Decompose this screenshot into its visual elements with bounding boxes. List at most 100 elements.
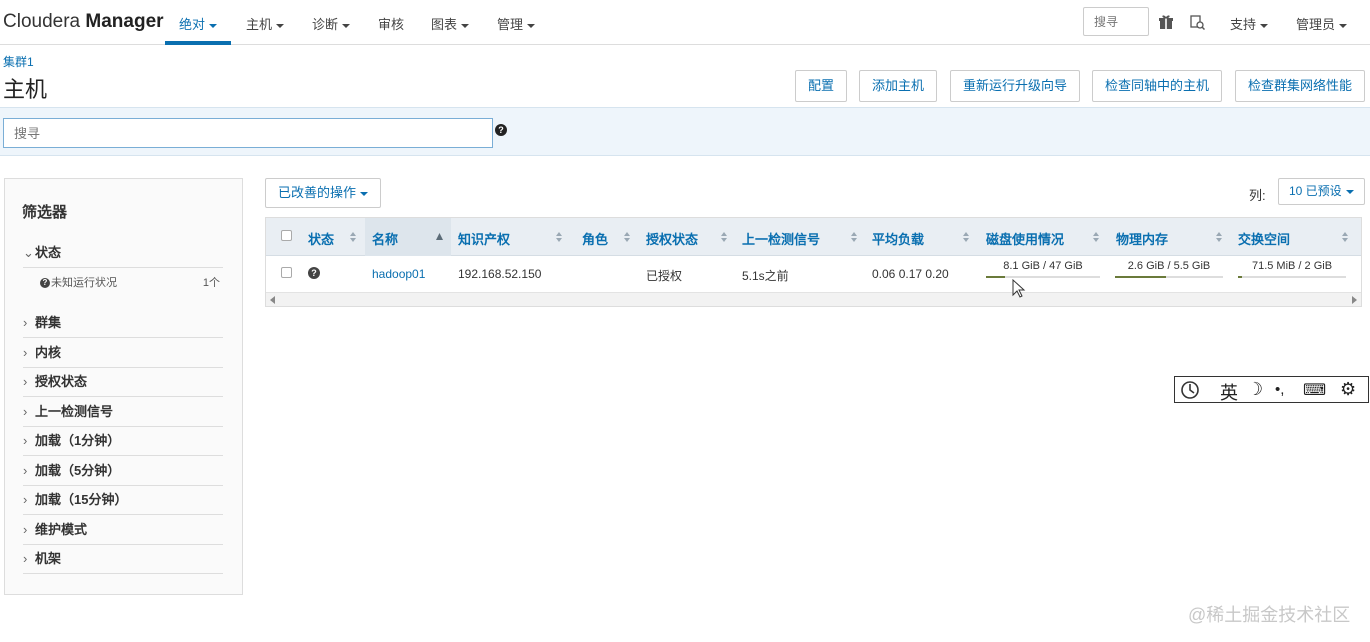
search-band: ? bbox=[0, 107, 1370, 156]
sort-icon[interactable] bbox=[1342, 232, 1348, 242]
sort-icon[interactable] bbox=[350, 232, 356, 242]
host-search-input[interactable] bbox=[3, 118, 493, 148]
col-roles[interactable]: 角色 bbox=[582, 229, 608, 248]
brand-logo[interactable]: Cloudera Manager bbox=[3, 11, 164, 33]
gift-icon[interactable] bbox=[1158, 14, 1174, 30]
filter-group-maintenance[interactable]: › 维护模式 bbox=[23, 519, 223, 545]
ime-mode-label[interactable]: 英 bbox=[1220, 379, 1238, 405]
filter-group-heartbeat[interactable]: › 上一检测信号 bbox=[23, 401, 223, 427]
chevron-down-icon bbox=[461, 23, 470, 28]
filter-option-unknown-health[interactable]: ? 未知运行状况 1个 bbox=[40, 274, 220, 290]
filter-group-cluster[interactable]: › 群集 bbox=[23, 312, 223, 338]
nav-support[interactable]: 支持 bbox=[1230, 14, 1269, 33]
filter-group-kernel[interactable]: › 内核 bbox=[23, 342, 223, 368]
hosts-table: 状态 名称 知识产权 角色 授权状态 上一检测信号 平均负载 磁盘使用情况 物理… bbox=[265, 217, 1362, 307]
unknown-health-icon: ? bbox=[308, 267, 320, 279]
breadcrumb[interactable]: 集群1 bbox=[3, 53, 34, 70]
nav-item-hosts[interactable]: 主机 bbox=[246, 14, 285, 33]
sort-asc-icon[interactable] bbox=[436, 232, 443, 240]
chevron-right-icon: › bbox=[23, 551, 28, 566]
inspect-hosts-button[interactable]: 检查同轴中的主机 bbox=[1092, 70, 1223, 102]
filter-group-rack[interactable]: › 机架 bbox=[23, 548, 223, 574]
rerun-upgrade-wizard-button[interactable]: 重新运行升级向导 bbox=[950, 70, 1081, 102]
columns-dropdown[interactable]: 10 已预设 bbox=[1278, 178, 1365, 205]
col-ip[interactable]: 知识产权 bbox=[458, 229, 510, 248]
chevron-right-icon: › bbox=[23, 374, 28, 389]
top-navbar: Cloudera Manager 绝对 主机 诊断 审核 图表 管理 支持 管理… bbox=[0, 0, 1370, 45]
improved-actions-dropdown[interactable]: 已改善的操作 bbox=[265, 178, 382, 208]
inspect-network-button[interactable]: 检查群集网络性能 bbox=[1235, 70, 1366, 102]
chevron-right-icon: › bbox=[23, 315, 28, 330]
page-title: 主机 bbox=[3, 77, 48, 102]
nav-item-diagnostics[interactable]: 诊断 bbox=[312, 14, 351, 33]
filter-group-load-1min[interactable]: › 加载（1分钟） bbox=[23, 430, 223, 456]
col-memory[interactable]: 物理内存 bbox=[1116, 229, 1168, 248]
chevron-down-icon bbox=[1260, 23, 1269, 28]
scroll-right-icon[interactable] bbox=[1352, 296, 1357, 304]
filter-group-status[interactable]: ⌄状态 bbox=[23, 242, 223, 268]
filter-group-load-15min[interactable]: › 加载（15分钟） bbox=[23, 489, 223, 515]
punctuation-icon[interactable]: •, bbox=[1275, 381, 1284, 398]
nav-item-charts[interactable]: 图表 bbox=[431, 14, 470, 33]
col-status[interactable]: 状态 bbox=[308, 229, 334, 248]
disk-usage-bar: 8.1 GiB / 47 GiB bbox=[986, 260, 1100, 278]
col-auth-status[interactable]: 授权状态 bbox=[646, 229, 698, 248]
filter-group-auth-status[interactable]: › 授权状态 bbox=[23, 371, 223, 397]
select-all-checkbox[interactable] bbox=[281, 230, 292, 241]
chevron-right-icon: › bbox=[23, 522, 28, 537]
help-icon[interactable]: ? bbox=[495, 124, 507, 136]
chevron-down-icon bbox=[360, 191, 369, 196]
chevron-down-icon bbox=[527, 23, 536, 28]
host-name-link[interactable]: hadoop01 bbox=[372, 267, 425, 281]
memory-fill bbox=[1115, 276, 1166, 278]
chevron-down-icon bbox=[276, 23, 285, 28]
columns-label: 列: bbox=[1249, 188, 1266, 203]
nav-item-audits[interactable]: 审核 bbox=[378, 14, 404, 33]
nav-item-admin[interactable]: 管理 bbox=[497, 14, 536, 33]
sort-icon[interactable] bbox=[963, 232, 969, 242]
filter-count: 1个 bbox=[202, 277, 220, 289]
col-swap[interactable]: 交换空间 bbox=[1238, 229, 1290, 248]
table-header: 状态 名称 知识产权 角色 授权状态 上一检测信号 平均负载 磁盘使用情况 物理… bbox=[266, 218, 1361, 256]
tasks-search-icon[interactable] bbox=[1189, 14, 1205, 30]
active-tab-indicator bbox=[165, 41, 231, 45]
scroll-left-icon[interactable] bbox=[270, 296, 275, 304]
sort-icon[interactable] bbox=[556, 232, 562, 242]
ime-toolbar: 英 ☽ •, ⌨ ⚙ bbox=[1174, 376, 1369, 403]
col-name[interactable]: 名称 bbox=[372, 229, 398, 248]
host-auth-status: 已授权 bbox=[646, 269, 683, 283]
sort-icon[interactable] bbox=[624, 232, 630, 242]
host-heartbeat: 5.1s之前 bbox=[742, 269, 789, 283]
ime-logo-icon[interactable] bbox=[1180, 380, 1202, 400]
nav-item-status[interactable]: 绝对 bbox=[179, 14, 218, 33]
swap-fill bbox=[1238, 276, 1243, 278]
chevron-right-icon: › bbox=[23, 433, 28, 448]
half-width-moon-icon[interactable]: ☽ bbox=[1247, 379, 1263, 400]
col-load[interactable]: 平均负载 bbox=[872, 229, 924, 248]
table-row[interactable]: ? hadoop01 192.168.52.150 已授权 5.1s之前 0.0… bbox=[266, 256, 1361, 291]
chevron-down-icon bbox=[1339, 23, 1348, 28]
gear-icon[interactable]: ⚙ bbox=[1340, 379, 1356, 400]
filter-group-load-5min[interactable]: › 加载（5分钟） bbox=[23, 460, 223, 486]
swap-usage-bar: 71.5 MiB / 2 GiB bbox=[1238, 260, 1346, 278]
swap-usage-text: 71.5 MiB / 2 GiB bbox=[1251, 260, 1333, 272]
add-host-button[interactable]: 添加主机 bbox=[859, 70, 938, 102]
keyboard-icon[interactable]: ⌨ bbox=[1303, 380, 1326, 400]
col-disk[interactable]: 磁盘使用情况 bbox=[986, 229, 1064, 248]
sort-icon[interactable] bbox=[851, 232, 857, 242]
configure-button[interactable]: 配置 bbox=[795, 70, 848, 102]
chevron-down-icon bbox=[209, 23, 218, 28]
col-heartbeat[interactable]: 上一检测信号 bbox=[742, 229, 820, 248]
sort-icon[interactable] bbox=[1216, 232, 1222, 242]
chevron-right-icon: › bbox=[23, 345, 28, 360]
row-checkbox[interactable] bbox=[281, 267, 292, 278]
top-search-input[interactable] bbox=[1083, 7, 1149, 36]
watermark: @稀土掘金技术社区 bbox=[1188, 605, 1351, 625]
horizontal-scrollbar[interactable] bbox=[266, 292, 1361, 306]
nav-user-admin[interactable]: 管理员 bbox=[1296, 14, 1348, 33]
chevron-down-icon bbox=[1345, 189, 1354, 194]
sort-icon[interactable] bbox=[1093, 232, 1099, 242]
sort-icon[interactable] bbox=[721, 232, 727, 242]
disk-usage-text: 8.1 GiB / 47 GiB bbox=[1003, 260, 1083, 272]
host-load: 0.06 0.17 0.20 bbox=[872, 267, 949, 281]
